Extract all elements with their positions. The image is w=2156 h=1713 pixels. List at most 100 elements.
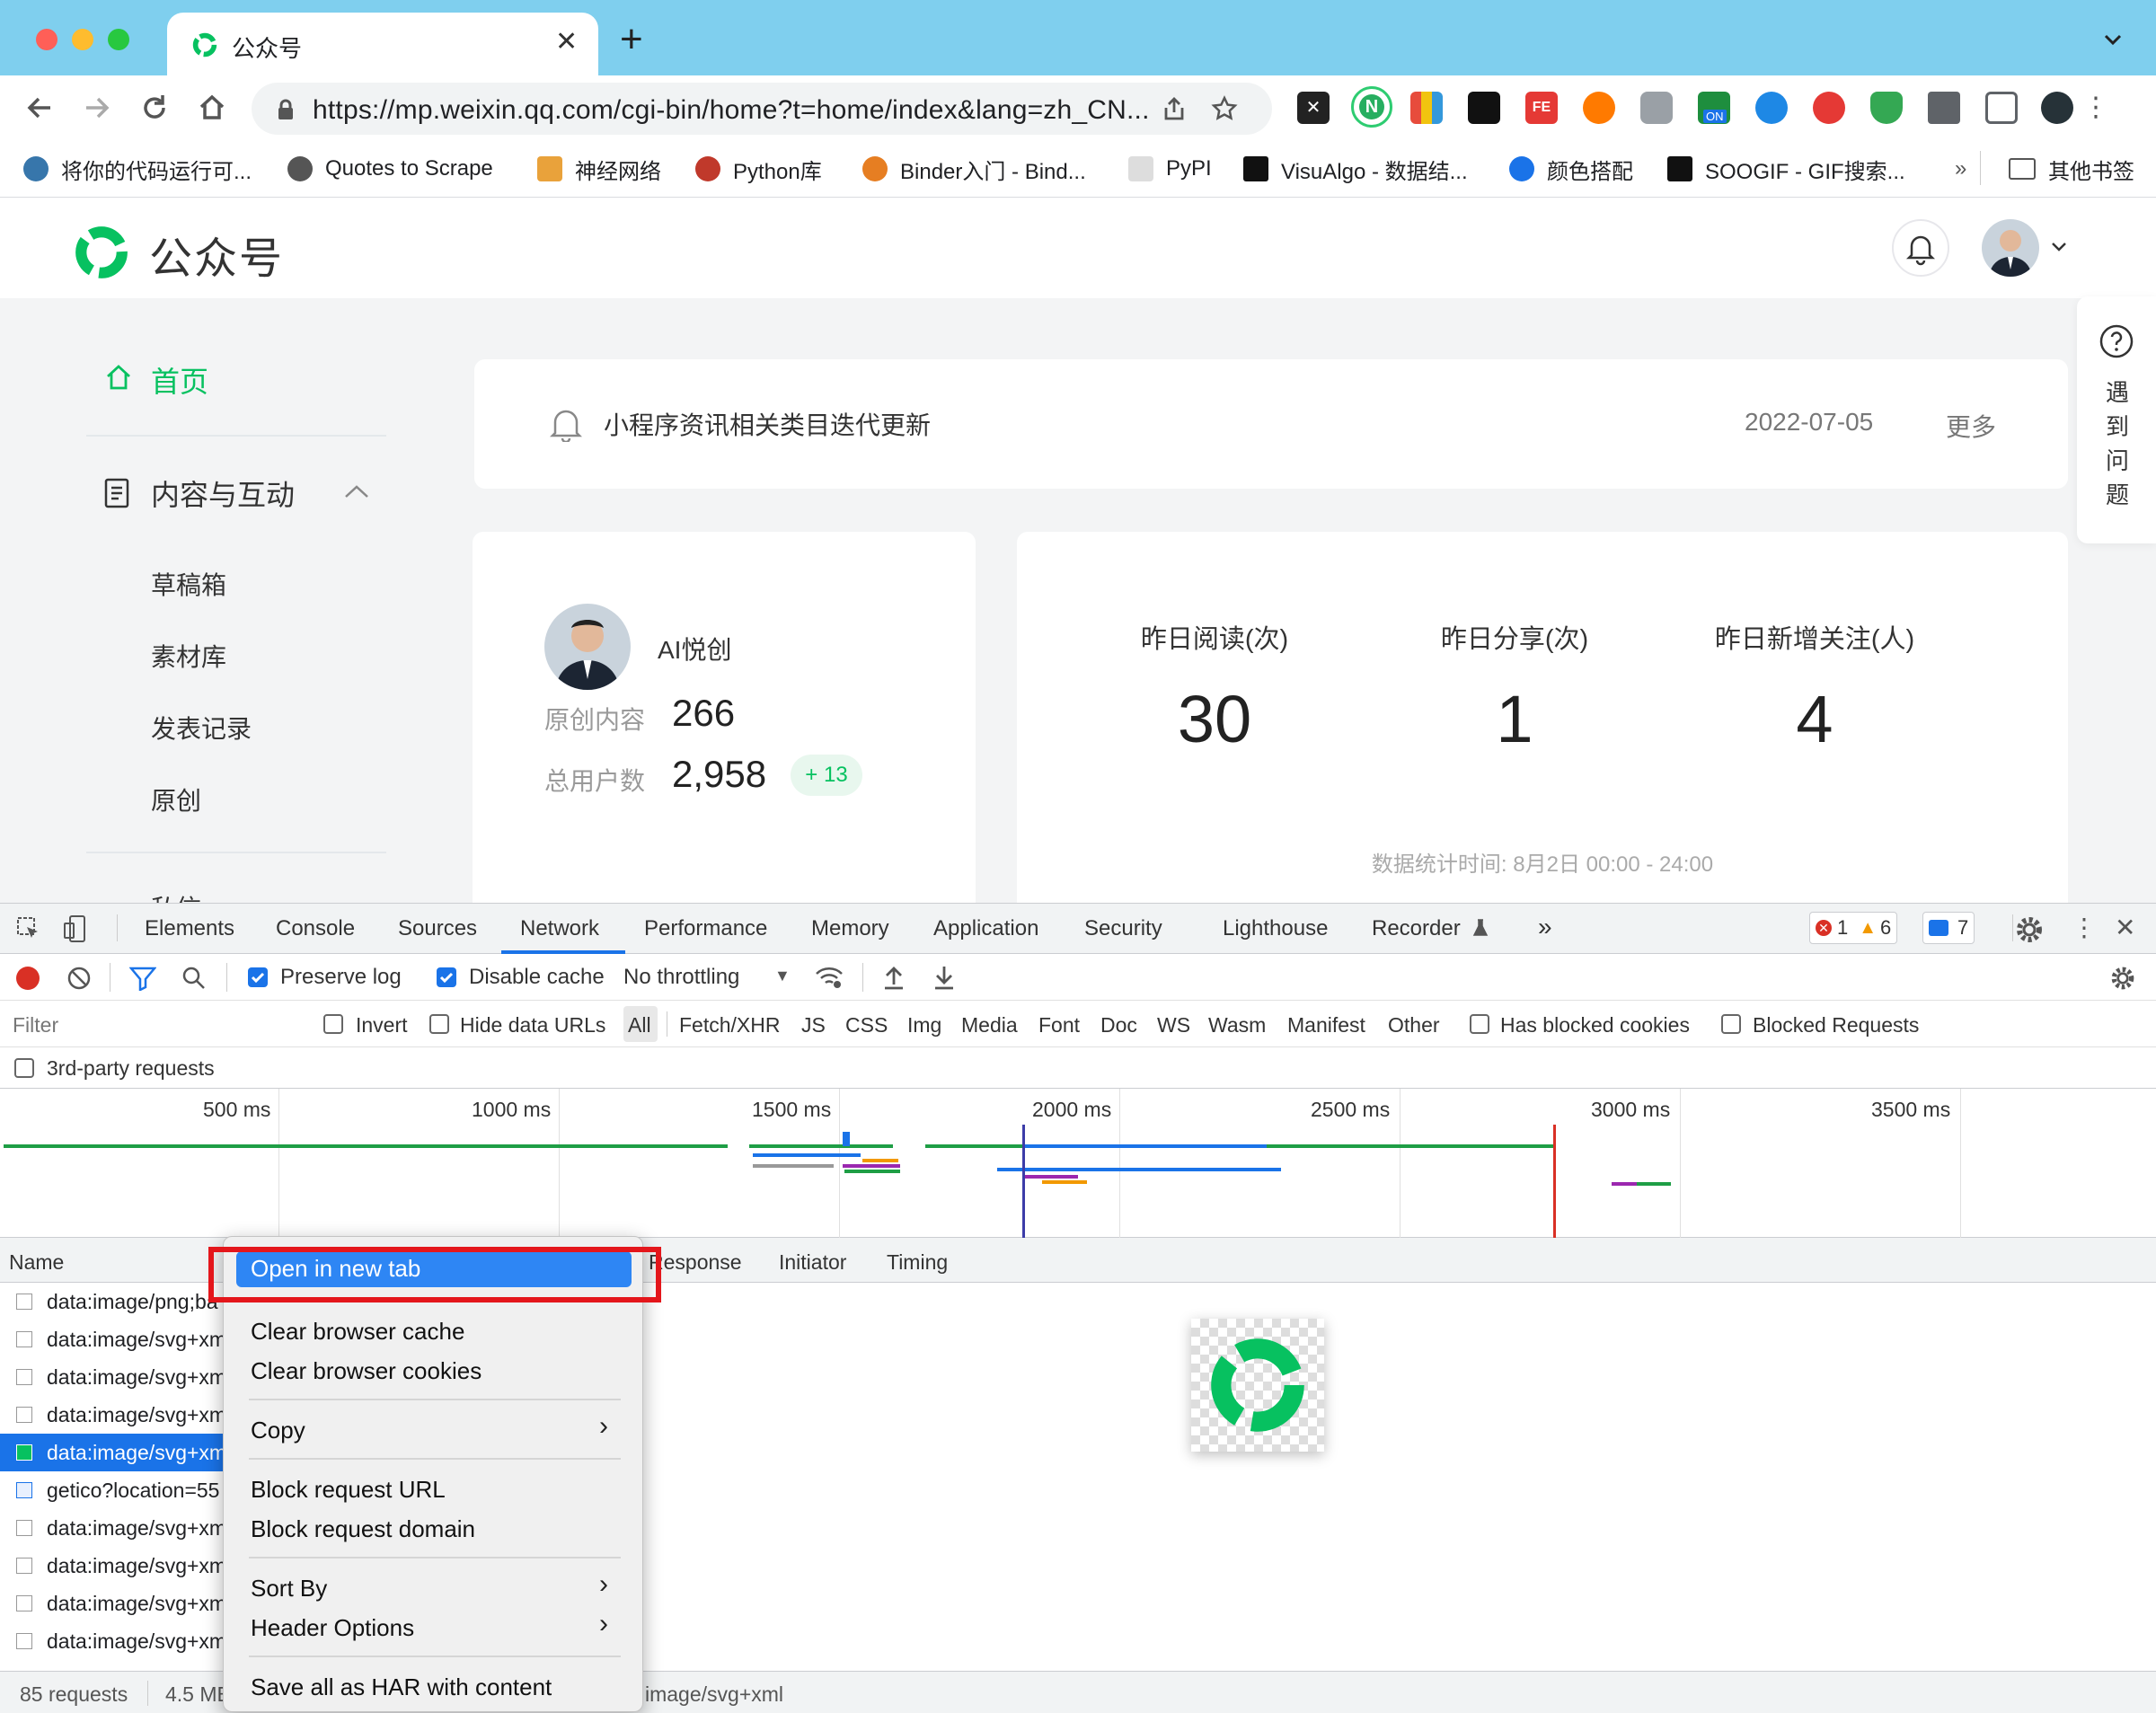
bookmark-star-icon[interactable]	[1211, 95, 1238, 122]
sidebar-item-drafts[interactable]: 草稿箱	[151, 566, 226, 602]
record-button[interactable]	[16, 967, 40, 990]
sidebar-item-materials[interactable]: 素材库	[151, 638, 226, 674]
filter-type-doc[interactable]: Doc	[1100, 1013, 1137, 1038]
account-avatar[interactable]	[544, 604, 631, 690]
blocked-requests-checkbox[interactable]	[1721, 1014, 1741, 1034]
extension-x-icon[interactable]: ✕	[1297, 92, 1330, 124]
url-text[interactable]: https://mp.weixin.qq.com/cgi-bin/home?t=…	[313, 95, 1150, 126]
original-content-value[interactable]: 266	[672, 692, 735, 735]
tab-network[interactable]: Network	[520, 916, 599, 941]
share-icon[interactable]	[1161, 95, 1188, 122]
bookmark-item[interactable]: VisuAlgo - 数据结...	[1243, 149, 1468, 189]
extension-n-icon[interactable]: N	[1351, 86, 1392, 128]
extensions-puzzle-icon[interactable]	[1928, 92, 1960, 124]
other-bookmarks[interactable]: 其他书签	[2009, 149, 2134, 189]
request-row[interactable]: data:image/svg+xml	[0, 1320, 233, 1358]
throttling-dropdown-icon[interactable]: ▼	[774, 967, 791, 985]
help-panel[interactable]: 遇到问题	[2077, 296, 2156, 543]
devtools-menu-kebab-icon[interactable]: ⋮	[2072, 913, 2097, 942]
search-icon[interactable]	[181, 966, 207, 991]
bookmark-item[interactable]: 颜色搭配	[1509, 149, 1633, 189]
back-arrow-icon[interactable]	[22, 90, 57, 126]
wechat-logo-text[interactable]: 公众号	[149, 223, 284, 286]
chevron-up-icon[interactable]	[343, 483, 370, 499]
request-row[interactable]: data:image/svg+xml	[0, 1358, 233, 1396]
kpi-value[interactable]: 4	[1662, 681, 1967, 757]
export-har-download-icon[interactable]	[932, 965, 956, 990]
network-conditions-wifi-icon[interactable]	[814, 965, 844, 990]
tab-performance[interactable]: Performance	[644, 916, 767, 941]
tab-initiator[interactable]: Initiator	[779, 1250, 846, 1275]
extension-eyes-icon[interactable]	[1468, 92, 1500, 124]
tab-recorder[interactable]: Recorder	[1372, 916, 1461, 941]
user-avatar[interactable]	[1982, 219, 2039, 277]
browser-tab-active[interactable]: 公众号 ✕	[167, 13, 598, 75]
forward-arrow-icon[interactable]	[79, 90, 115, 126]
filter-type-js[interactable]: JS	[801, 1013, 826, 1038]
third-party-checkbox[interactable]	[14, 1058, 34, 1078]
menu-item-clear-cache[interactable]: Clear browser cache	[251, 1318, 464, 1346]
extension-fe-icon[interactable]: FE	[1525, 92, 1558, 124]
sidebar-section-content[interactable]: 内容与互动	[151, 472, 295, 514]
disable-cache-checkbox[interactable]	[437, 967, 456, 987]
tab-elements[interactable]: Elements	[145, 916, 234, 941]
column-name-header[interactable]: Name	[9, 1250, 64, 1275]
browser-menu-kebab-icon[interactable]: ⋮	[2082, 92, 2109, 124]
filter-type-all[interactable]: All	[628, 1013, 651, 1038]
tab-application[interactable]: Application	[933, 916, 1038, 941]
notice-text[interactable]: 小程序资讯相关类目迭代更新	[604, 406, 931, 442]
bookmark-item[interactable]: Binder入门 - Bind...	[862, 149, 1086, 189]
menu-item-save-har[interactable]: Save all as HAR with content	[251, 1673, 552, 1701]
lock-icon[interactable]	[277, 99, 295, 120]
bookmarks-overflow-button[interactable]: »	[1955, 149, 1966, 189]
filter-type-font[interactable]: Font	[1038, 1013, 1080, 1038]
extension-color-grid-icon[interactable]	[1410, 92, 1443, 124]
notification-bell-button[interactable]	[1892, 219, 1949, 277]
request-row[interactable]: data:image/svg+xml	[0, 1396, 233, 1434]
sidebar-item-messages[interactable]: 私信	[151, 889, 201, 903]
window-minimize-button[interactable]	[72, 29, 93, 50]
import-har-upload-icon[interactable]	[882, 965, 906, 990]
sidebar-item-home[interactable]: 首页	[151, 359, 208, 401]
request-row[interactable]: data:image/svg+xml	[0, 1585, 233, 1622]
notice-more-link[interactable]: 更多	[1946, 408, 1996, 444]
profile-avatar-icon[interactable]	[2041, 92, 2073, 124]
bookmark-item[interactable]: Quotes to Scrape	[287, 149, 493, 189]
settings-gear-icon[interactable]	[2014, 914, 2045, 945]
bookmark-item[interactable]: Python库	[695, 149, 822, 189]
request-row[interactable]: data:image/svg+xml	[0, 1547, 233, 1585]
menu-item-block-url[interactable]: Block request URL	[251, 1476, 446, 1504]
device-toolbar-icon[interactable]	[63, 914, 90, 943]
chevron-down-icon[interactable]	[2050, 241, 2068, 253]
total-users-value[interactable]: 2,958	[672, 753, 766, 796]
extension-shield-icon[interactable]	[1870, 92, 1903, 124]
filter-type-img[interactable]: Img	[907, 1013, 941, 1038]
request-row[interactable]: getico?location=55	[0, 1471, 233, 1509]
menu-item-copy[interactable]: Copy	[251, 1417, 305, 1444]
request-row-selected[interactable]: data:image/svg+xml	[0, 1434, 233, 1471]
tab-response[interactable]: Response	[649, 1250, 742, 1275]
filter-type-css[interactable]: CSS	[845, 1013, 888, 1038]
throttling-select[interactable]: No throttling	[623, 965, 739, 990]
inspect-element-icon[interactable]	[16, 916, 41, 941]
window-zoom-button[interactable]	[108, 29, 129, 50]
tab-timing[interactable]: Timing	[887, 1250, 948, 1275]
filter-type-ws[interactable]: WS	[1157, 1013, 1190, 1038]
image-preview[interactable]	[1191, 1319, 1324, 1452]
clear-icon[interactable]	[66, 966, 92, 991]
bookmark-item[interactable]: 神经网络	[537, 149, 661, 189]
sidebar-item-original[interactable]: 原创	[151, 781, 201, 817]
request-row[interactable]: data:image/svg+xml	[0, 1622, 233, 1660]
bookmark-item[interactable]: PyPI	[1128, 149, 1212, 189]
kpi-value[interactable]: 1	[1362, 681, 1667, 757]
extension-orange-icon[interactable]	[1583, 92, 1615, 124]
tab-search-chevron-icon[interactable]	[2102, 29, 2124, 50]
filter-type-other[interactable]: Other	[1388, 1013, 1440, 1038]
home-icon[interactable]	[194, 90, 230, 126]
filter-input[interactable]: Filter	[5, 1006, 298, 1040]
network-settings-gear-icon[interactable]	[2109, 965, 2136, 992]
hide-data-urls-checkbox[interactable]	[429, 1014, 449, 1034]
network-timeline-overview[interactable]: 500 ms 1000 ms 1500 ms 2000 ms 2500 ms 3…	[0, 1089, 2156, 1238]
new-tab-button[interactable]: +	[620, 20, 643, 59]
filter-type-fetch-xhr[interactable]: Fetch/XHR	[679, 1013, 780, 1038]
